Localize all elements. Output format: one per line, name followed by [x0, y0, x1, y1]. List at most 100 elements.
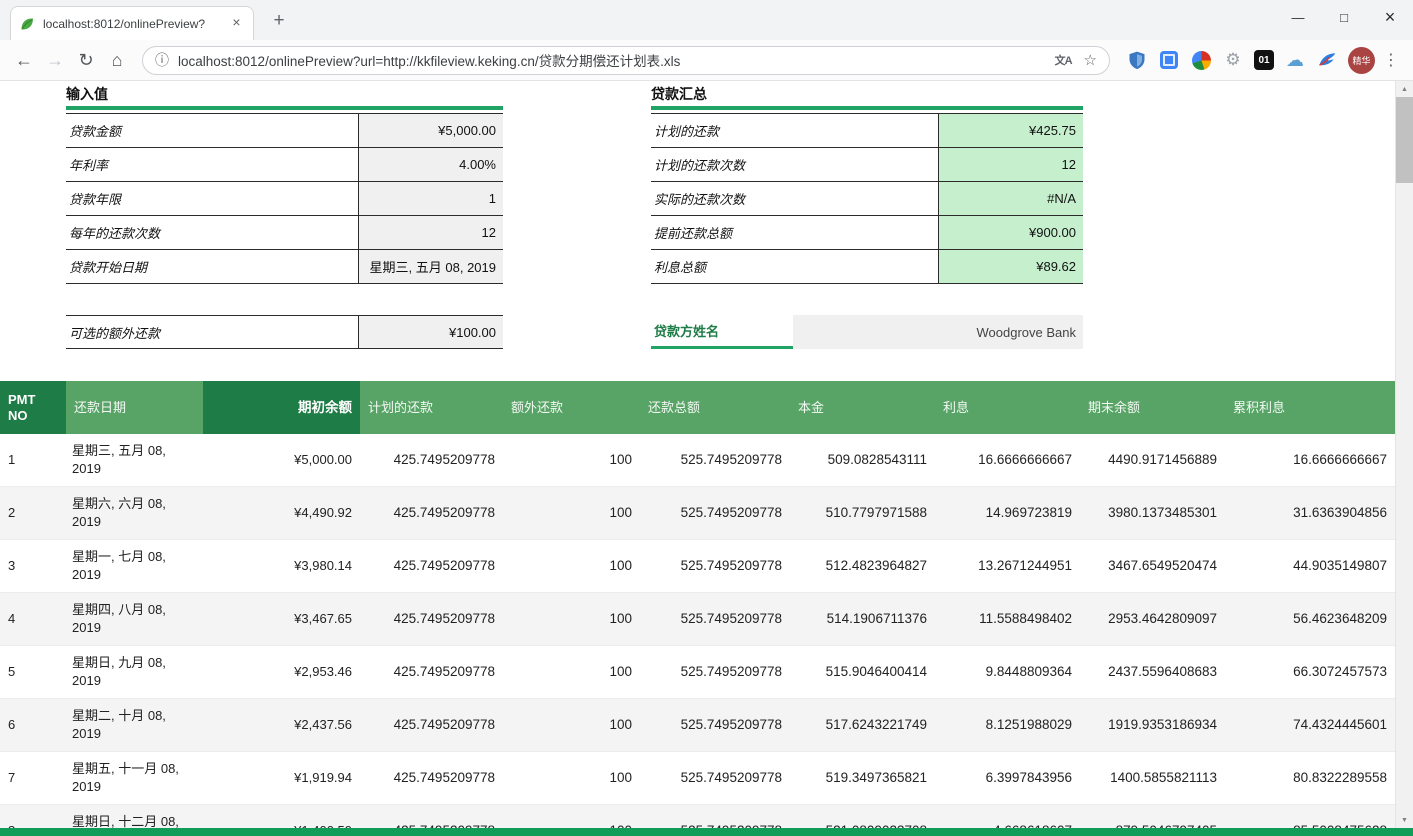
schedule-cell: 509.0828543111 — [790, 434, 935, 487]
lender-value: Woodgrove Bank — [793, 315, 1083, 349]
forward-button[interactable]: → — [41, 46, 69, 74]
new-tab-button[interactable]: + — [266, 9, 292, 35]
close-window-button[interactable]: × — [1367, 0, 1413, 34]
scroll-down-icon[interactable]: ▼ — [1396, 812, 1413, 828]
reload-button[interactable]: ↻ — [72, 46, 100, 74]
schedule-cell: 74.4324445601 — [1225, 699, 1395, 752]
column-header: 本金 — [790, 381, 935, 434]
schedule-cell: 3980.1373485301 — [1080, 487, 1225, 540]
schedule-cell: 4 — [0, 593, 66, 646]
row-value: 12 — [358, 216, 503, 249]
row-value: ¥89.62 — [938, 250, 1083, 283]
schedule-cell: 512.4823964827 — [790, 540, 935, 593]
schedule-cell: 4.668618607 — [935, 805, 1080, 829]
row-value: ¥425.75 — [938, 114, 1083, 147]
row-label: 年利率 — [66, 148, 358, 181]
extensions-area: ⚙ 01 ☁ — [1126, 49, 1338, 71]
schedule-cell: 星期六, 六月 08, 2019 — [66, 487, 203, 540]
column-header: 期末余额 — [1080, 381, 1225, 434]
schedule-cell: 4490.9171456889 — [1080, 434, 1225, 487]
tab-close-icon[interactable]: × — [228, 15, 245, 32]
schedule-cell: 3 — [0, 540, 66, 593]
schedule-cell: 星期一, 七月 08, 2019 — [66, 540, 203, 593]
bird-extension-icon[interactable] — [1316, 49, 1338, 71]
schedule-row: 4星期四, 八月 08, 2019¥3,467.65425.7495209778… — [0, 593, 1395, 646]
tab-counter-badge[interactable]: 01 — [1254, 50, 1274, 70]
cloud-extension-icon[interactable]: ☁ — [1284, 49, 1306, 71]
schedule-cell: 66.3072457573 — [1225, 646, 1395, 699]
extra-payment-row: 可选的额外还款 ¥100.00 — [66, 315, 503, 349]
bookmark-star-icon[interactable]: ☆ — [1084, 51, 1097, 69]
schedule-cell: 525.7495209778 — [640, 646, 790, 699]
schedule-cell: 5 — [0, 646, 66, 699]
schedule-cell: 525.7495209778 — [640, 752, 790, 805]
table-header-row: PMT NO还款日期期初余额计划的还款额外还款还款总额本金利息期末余额累积利息 — [0, 381, 1395, 434]
schedule-cell: 31.6363904856 — [1225, 487, 1395, 540]
schedule-cell: 6 — [0, 699, 66, 752]
shield-extension-icon[interactable] — [1126, 49, 1148, 71]
maximize-button[interactable]: □ — [1321, 0, 1367, 34]
row-label: 每年的还款次数 — [66, 216, 358, 249]
schedule-cell: 100 — [503, 699, 640, 752]
schedule-cell: 14.969723819 — [935, 487, 1080, 540]
row-value: ¥100.00 — [358, 316, 503, 348]
schedule-row: 3星期一, 七月 08, 2019¥3,980.14425.7495209778… — [0, 540, 1395, 593]
panel-row: 提前还款总额¥900.00 — [651, 216, 1083, 250]
home-button[interactable]: ⌂ — [103, 46, 131, 74]
scrollbar-thumb[interactable] — [1396, 97, 1413, 183]
row-value: 1 — [358, 182, 503, 215]
address-bar[interactable]: ⓘ localhost:8012/onlinePreview?url=http:… — [142, 46, 1110, 75]
schedule-cell: 100 — [503, 487, 640, 540]
panel-row: 计划的还款次数12 — [651, 148, 1083, 182]
profile-avatar[interactable]: 精华 — [1348, 47, 1375, 74]
scroll-up-icon[interactable]: ▲ — [1396, 81, 1413, 97]
browser-menu-icon[interactable]: ⋮ — [1379, 46, 1403, 74]
row-value: 星期三, 五月 08, 2019 — [358, 250, 503, 283]
schedule-cell: ¥2,437.56 — [203, 699, 360, 752]
panel-row: 贷款金额¥5,000.00 — [66, 114, 503, 148]
schedule-cell: 8 — [0, 805, 66, 829]
schedule-cell: 2 — [0, 487, 66, 540]
schedule-cell: 9.8448809364 — [935, 646, 1080, 699]
schedule-cell: 514.1906711376 — [790, 593, 935, 646]
panel-row: 计划的还款¥425.75 — [651, 114, 1083, 148]
schedule-cell: 425.7495209778 — [360, 752, 503, 805]
tab-strip: localhost:8012/onlinePreview? × + — □ × — [0, 0, 1413, 40]
row-value: 4.00% — [358, 148, 503, 181]
schedule-cell: 425.7495209778 — [360, 487, 503, 540]
row-label: 利息总额 — [651, 250, 938, 283]
blue-square-extension-icon[interactable] — [1158, 49, 1180, 71]
schedule-cell: ¥4,490.92 — [203, 487, 360, 540]
schedule-cell: 11.5588498402 — [935, 593, 1080, 646]
amortization-table: PMT NO还款日期期初余额计划的还款额外还款还款总额本金利息期末余额累积利息 … — [0, 381, 1395, 828]
browser-tab[interactable]: localhost:8012/onlinePreview? × — [10, 6, 254, 40]
preview-footer-bar — [0, 828, 1413, 836]
inputs-panel-title: 输入值 — [66, 84, 503, 104]
panel-row: 实际的还款次数#N/A — [651, 182, 1083, 216]
summary-green-underline — [651, 106, 1083, 110]
browser-toolbar: ← → ↻ ⌂ ⓘ localhost:8012/onlinePreview?u… — [0, 40, 1413, 81]
url-text[interactable]: localhost:8012/onlinePreview?url=http://… — [178, 50, 1043, 70]
inputs-rows: 贷款金额¥5,000.00年利率4.00%贷款年限1每年的还款次数12贷款开始日… — [66, 113, 503, 284]
schedule-cell: 星期三, 五月 08, 2019 — [66, 434, 203, 487]
row-label: 计划的还款 — [651, 114, 938, 147]
inputs-green-underline — [66, 106, 503, 110]
gear-extension-icon[interactable]: ⚙ — [1222, 49, 1244, 71]
schedule-cell: 525.7495209778 — [640, 699, 790, 752]
translate-icon[interactable]: 文A — [1055, 52, 1072, 68]
schedule-cell: 519.3497365821 — [790, 752, 935, 805]
back-button[interactable]: ← — [10, 46, 38, 74]
colorful-circle-extension-icon[interactable] — [1190, 49, 1212, 71]
minimize-button[interactable]: — — [1275, 0, 1321, 34]
column-header: 额外还款 — [503, 381, 640, 434]
column-header: 利息 — [935, 381, 1080, 434]
vertical-scrollbar[interactable]: ▲ ▼ — [1395, 81, 1413, 828]
schedule-cell: 525.7495209778 — [640, 593, 790, 646]
panel-row: 利息总额¥89.62 — [651, 250, 1083, 284]
page-info-icon[interactable]: ⓘ — [155, 50, 169, 70]
panel-row: 贷款年限1 — [66, 182, 503, 216]
schedule-cell: 3467.6549520474 — [1080, 540, 1225, 593]
row-label: 可选的额外还款 — [66, 316, 358, 348]
summary-rows: 计划的还款¥425.75计划的还款次数12实际的还款次数#N/A提前还款总额¥9… — [651, 113, 1083, 284]
schedule-row: 8星期日, 十二月 08, 2019¥1,400.59425.749520977… — [0, 805, 1395, 829]
